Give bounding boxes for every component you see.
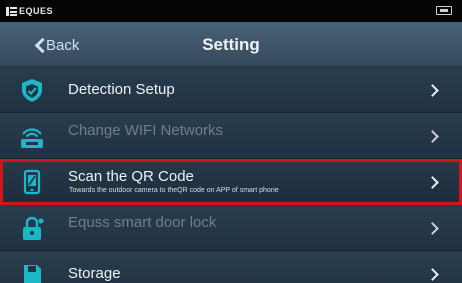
brand-mark-icon [6, 6, 17, 16]
chevron-right-icon [428, 269, 438, 279]
title-bar: Back Setting [0, 22, 462, 67]
status-bar: EQUES [0, 0, 462, 22]
settings-item-door-lock[interactable]: Equss smart door lock [0, 205, 462, 251]
storage-icon [24, 265, 41, 283]
brand-logo: EQUES [6, 6, 53, 16]
chevron-right-icon [428, 85, 438, 95]
settings-item-subtitle: Towards the outdoor camera to theQR code… [69, 187, 279, 194]
brand-name: EQUES [19, 6, 54, 16]
settings-item-label: Scan the QR Code [68, 168, 194, 185]
wifi-icon [21, 128, 43, 148]
settings-item-label: Storage [68, 265, 121, 282]
door-lock-icon [23, 216, 44, 240]
chevron-right-icon [428, 223, 438, 233]
battery-icon [436, 6, 452, 15]
page-title: Setting [202, 35, 260, 54]
settings-item-detection-setup[interactable]: Detection Setup [0, 67, 462, 113]
settings-item-label: Equss smart door lock [68, 214, 217, 231]
settings-item-label: Change WIFI Networks [68, 122, 224, 139]
settings-item-label: Detection Setup [68, 81, 175, 98]
settings-item-storage[interactable]: Storage [0, 251, 462, 283]
chevron-right-icon [428, 131, 438, 141]
settings-item-change-wifi[interactable]: Change WIFI Networks [0, 113, 462, 159]
settings-item-scan-qr[interactable]: Scan the QR Code Towards the outdoor cam… [0, 159, 462, 205]
shield-icon [22, 79, 42, 102]
chevron-right-icon [428, 177, 438, 187]
qr-phone-icon [23, 169, 41, 195]
settings-list: Detection Setup Change WIFI Networks Sca… [0, 67, 462, 283]
